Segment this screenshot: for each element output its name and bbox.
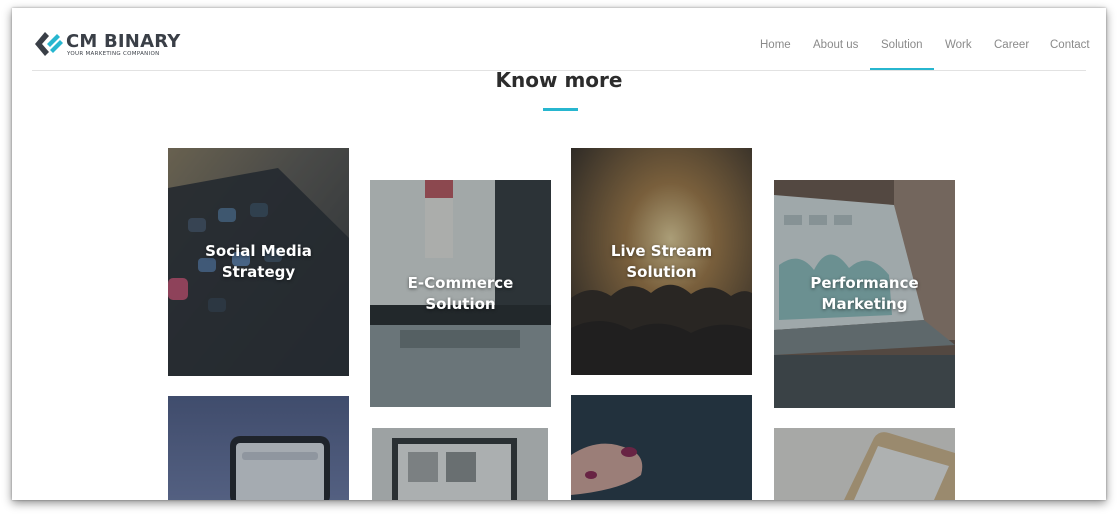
tile-live-stream-solution[interactable]: Live Stream Solution xyxy=(571,148,752,375)
tile-label: E-Commerce Solution xyxy=(407,273,514,313)
tile-overlay xyxy=(372,428,548,500)
tile-laptop-gallery[interactable] xyxy=(372,428,548,500)
nav-item-solution[interactable]: Solution xyxy=(881,39,923,51)
tile-e-commerce-solution[interactable]: E-Commerce Solution xyxy=(370,180,551,407)
main-nav: Home About us Solution Work Career Conta… xyxy=(757,39,1092,59)
browser-screenshot-frame: CM BINARY YOUR MARKETING COMPANION Home … xyxy=(12,8,1106,500)
tile-performance-marketing[interactable]: Performance Marketing xyxy=(774,180,955,408)
tile-hand-nails[interactable] xyxy=(571,395,752,500)
nav-item-home[interactable]: Home xyxy=(760,39,791,51)
tile-label: Performance Marketing xyxy=(810,274,919,313)
brand-name: CM BINARY xyxy=(66,31,181,52)
site-header: CM BINARY YOUR MARKETING COMPANION Home … xyxy=(12,8,1106,72)
nav-item-about-us[interactable]: About us xyxy=(813,39,858,51)
nav-item-contact[interactable]: Contact xyxy=(1050,39,1090,51)
title-underline xyxy=(543,108,578,111)
logo[interactable]: CM BINARY YOUR MARKETING COMPANION xyxy=(33,30,203,62)
tile-overlay xyxy=(168,396,349,500)
tile-label: Live Stream Solution xyxy=(610,241,713,281)
tile-social-media-strategy[interactable]: Social Media Strategy xyxy=(168,148,349,376)
tile-label: Social Media Strategy xyxy=(205,242,312,281)
tile-overlay xyxy=(774,428,955,500)
section-title: Know more xyxy=(495,68,623,92)
brand-tagline: YOUR MARKETING COMPANION xyxy=(67,51,160,57)
nav-item-career[interactable]: Career xyxy=(994,39,1029,51)
tile-overlay xyxy=(571,395,752,500)
nav-item-work[interactable]: Work xyxy=(945,39,972,51)
tile-phone-gold[interactable] xyxy=(774,428,955,500)
tile-phone-search[interactable] xyxy=(168,396,349,500)
cm-binary-logo-icon xyxy=(35,32,63,56)
